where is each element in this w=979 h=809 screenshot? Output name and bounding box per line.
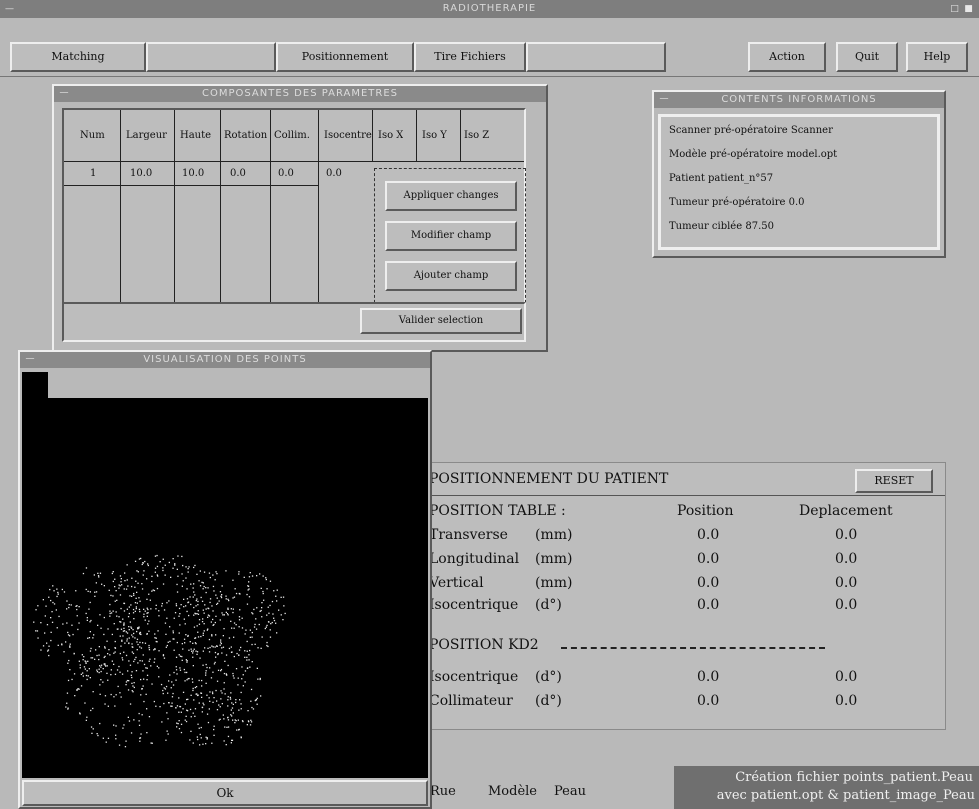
col-header-iso-y: Iso Y [422,130,447,141]
maximize-icon[interactable]: ■ [963,4,975,14]
matching-button[interactable]: Matching [10,42,146,72]
window-menu-icon[interactable]: — [58,88,70,98]
ok-button[interactable]: Ok [22,780,428,806]
parameters-table: Num Largeur Haute Rotation Collim. Isoce… [62,108,526,308]
point-cloud-canvas[interactable] [22,372,428,778]
bottom-label-peau: Peau [554,784,586,799]
modifier-champ-button[interactable]: Modifier champ [385,221,517,251]
viewer-window-title: VISUALISATION DES POINTS [143,354,307,365]
info-line-tumeur-pre: Tumeur pré-opératoire 0.0 [669,197,805,208]
info-line-tumeur-ciblee: Tumeur ciblée 87.50 [669,221,774,232]
positionnement-button[interactable]: Positionnement [276,42,414,72]
tire-fichiers-button[interactable]: Tire Fichiers [414,42,526,72]
row-isocentrique: Isocentrique (d°) 0.0 0.0 [429,597,858,613]
parameters-window-title: COMPOSANTES DES PARAMETRES [201,88,399,99]
action-button[interactable]: Action [748,42,826,72]
window-menu-icon[interactable]: — [24,354,36,364]
row-transverse: Transverse (mm) 0.0 0.0 [429,527,858,543]
kd2-collimateur-position: 0.0 [697,693,720,709]
blank-toolbar-button-2[interactable] [526,42,666,72]
isocentrique-position: 0.0 [697,597,720,613]
col-header-haute: Haute [180,130,212,141]
app-title-bar: RADIOTHERAPIE — □ ■ [0,0,979,18]
app-title: RADIOTHERAPIE [442,3,537,14]
cell-collim: 0.0 [278,168,294,179]
cell-isocentre: 0.0 [326,168,342,179]
table-actions-group: Appliquer changes Modifier champ Ajouter… [374,168,526,308]
kd2-collimateur-deplacement: 0.0 [835,693,858,709]
isocentrique-deplacement: 0.0 [835,597,858,613]
minimize-icon[interactable]: □ [949,4,961,14]
col-position-header: Position [677,503,734,519]
col-header-largeur: Largeur [126,130,167,141]
reset-button[interactable]: RESET [855,469,933,493]
table-row[interactable]: 1 10.0 10.0 0.0 0.0 0.0 [64,162,342,186]
ajouter-champ-button[interactable]: Ajouter champ [385,261,517,291]
help-button[interactable]: Help [906,42,968,72]
cell-largeur: 10.0 [130,168,153,179]
col-header-rotation: Rotation [224,130,268,141]
window-menu-icon[interactable]: — [4,4,16,14]
bottom-bar: Rue Modèle Peau Création fichier points_… [426,758,979,809]
blank-toolbar-button[interactable] [146,42,276,72]
row-kd2-isocentrique: Isocentrique (d°) 0.0 0.0 [429,669,858,685]
viewer-window-title-bar: VISUALISATION DES POINTS [20,352,430,368]
kd2-isocentrique-deplacement: 0.0 [835,669,858,685]
col-header-iso-x: Iso X [378,130,404,141]
viewer-window: VISUALISATION DES POINTS — Ok [18,350,432,809]
cell-rotation: 0.0 [230,168,246,179]
col-header-iso-z: Iso Z [464,130,490,141]
valider-selection-button[interactable]: Valider selection [360,308,522,334]
contents-info-box: Scanner pré-opératoire Scanner Modèle pr… [658,114,940,250]
row-kd2-collimateur: Collimateur (d°) 0.0 0.0 [429,693,858,709]
info-line-scanner: Scanner pré-opératoire Scanner [669,125,833,136]
transverse-position: 0.0 [697,527,720,543]
info-line-modele: Modèle pré-opératoire model.opt [669,149,838,160]
positioning-title: POSITIONNEMENT DU PATIENT [429,471,669,487]
status-message-line2: avec patient.opt & patient_image_Peau [716,788,975,803]
contents-window-title: CONTENTS INFORMATIONS [721,94,877,105]
appliquer-changes-button[interactable]: Appliquer changes [385,181,517,211]
col-header-num: Num [80,130,105,141]
longitudinal-position: 0.0 [697,551,720,567]
transverse-deplacement: 0.0 [835,527,858,543]
cell-num: 1 [90,168,97,179]
kd2-divider [561,647,825,649]
parameters-window-title-bar: COMPOSANTES DES PARAMETRES [54,86,546,102]
row-longitudinal: Longitudinal (mm) 0.0 0.0 [429,551,858,567]
cell-haute: 10.0 [182,168,205,179]
contents-window: CONTENTS INFORMATIONS — Scanner pré-opér… [652,90,946,258]
vertical-position: 0.0 [697,575,720,591]
status-message-box: Création fichier points_patient.Peau ave… [674,766,979,809]
col-header-collim: Collim. [274,130,310,141]
window-menu-icon[interactable]: — [658,94,670,104]
patient-point-cloud [33,554,286,748]
positioning-panel: POSITIONNEMENT DU PATIENT RESET POSITION… [426,462,946,730]
col-header-isocentre: Isocentre [324,130,372,141]
position-kd2-header: POSITION KD2 [429,637,539,653]
main-toolbar: Matching Positionnement Tire Fichiers Ac… [0,18,979,77]
kd2-header-row: POSITION KD2 [427,637,945,661]
position-table-header: POSITION TABLE : [429,503,566,519]
info-line-patient: Patient patient_n°57 [669,173,774,184]
status-message-line1: Création fichier points_patient.Peau [735,770,973,785]
bottom-label-rue: Rue [430,784,456,799]
vertical-deplacement: 0.0 [835,575,858,591]
parameters-window: COMPOSANTES DES PARAMETRES — Num Largeur… [52,84,548,352]
bottom-label-modele: Modèle [488,784,538,799]
row-vertical: Vertical (mm) 0.0 0.0 [429,575,858,591]
col-deplacement-header: Deplacement [799,503,893,519]
kd2-isocentrique-position: 0.0 [697,669,720,685]
quit-button[interactable]: Quit [836,42,898,72]
contents-window-title-bar: CONTENTS INFORMATIONS [654,92,944,108]
table-header-row: Num Largeur Haute Rotation Collim. Isoce… [64,110,524,162]
longitudinal-deplacement: 0.0 [835,551,858,567]
